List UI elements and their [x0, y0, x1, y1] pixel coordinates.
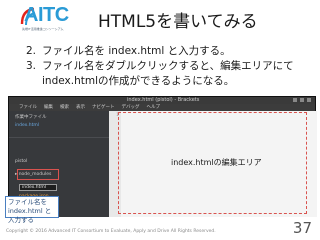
copyright-footer: Copyright © 2016 Advanced IT Consortium …	[6, 229, 216, 234]
step-item: 3. ファイル名をダブルクリックすると、編集エリアにてindex.htmlの作成…	[26, 59, 316, 89]
filename-highlight	[17, 169, 59, 180]
menu-item-view[interactable]: 表示	[76, 104, 85, 111]
editor-area-label: index.htmlの編集エリア	[171, 158, 262, 167]
logo-subtitle: 先端IT活用推進コンソーシアム	[22, 27, 64, 31]
steps-list: 2. ファイル名を index.html と入力する。 3. ファイル名をダブル…	[26, 44, 316, 89]
new-filename-input[interactable]: index.html	[19, 184, 57, 191]
step-number: 3.	[26, 60, 37, 72]
step-text: ファイル名をダブルクリックすると、編集エリアにてindex.htmlの作成ができ…	[42, 60, 294, 87]
menu-item-debug[interactable]: デバッグ	[122, 104, 140, 111]
window-title: index.html (pistol) - Brackets	[127, 97, 200, 103]
menu-item-edit[interactable]: 編集	[44, 104, 53, 111]
sidebar-divider	[9, 137, 109, 138]
aitc-logo: AITC 先端IT活用推進コンソーシアム	[10, 4, 69, 34]
filename-callout: ファイル名を index.html と入力する	[5, 196, 59, 224]
menu-bar: ファイル 編集 検索 表示 ナビゲート デバッグ ヘルプ	[9, 104, 315, 111]
logo-text: AITC	[24, 4, 69, 26]
working-file-item[interactable]: index.html	[15, 123, 39, 128]
working-files-heading: 作業中ファイル	[15, 115, 47, 120]
window-titlebar: index.html (pistol) - Brackets	[9, 97, 315, 104]
page-number: 37	[292, 219, 312, 237]
menu-item-help[interactable]: ヘルプ	[147, 104, 161, 111]
step-text: ファイル名を index.html と入力する。	[42, 45, 231, 57]
menu-item-file[interactable]: ファイル	[19, 104, 37, 111]
menu-item-find[interactable]: 検索	[60, 104, 69, 111]
project-name[interactable]: pistol	[15, 159, 27, 164]
maximize-icon[interactable]	[300, 98, 304, 102]
step-item: 2. ファイル名を index.html と入力する。	[26, 44, 316, 59]
close-icon[interactable]	[307, 98, 311, 102]
menu-item-navigate[interactable]: ナビゲート	[92, 104, 115, 111]
window-controls	[293, 98, 311, 102]
slide-title: HTML5を書いてみる	[98, 12, 258, 32]
minimize-icon[interactable]	[293, 98, 297, 102]
step-number: 2.	[26, 45, 37, 57]
